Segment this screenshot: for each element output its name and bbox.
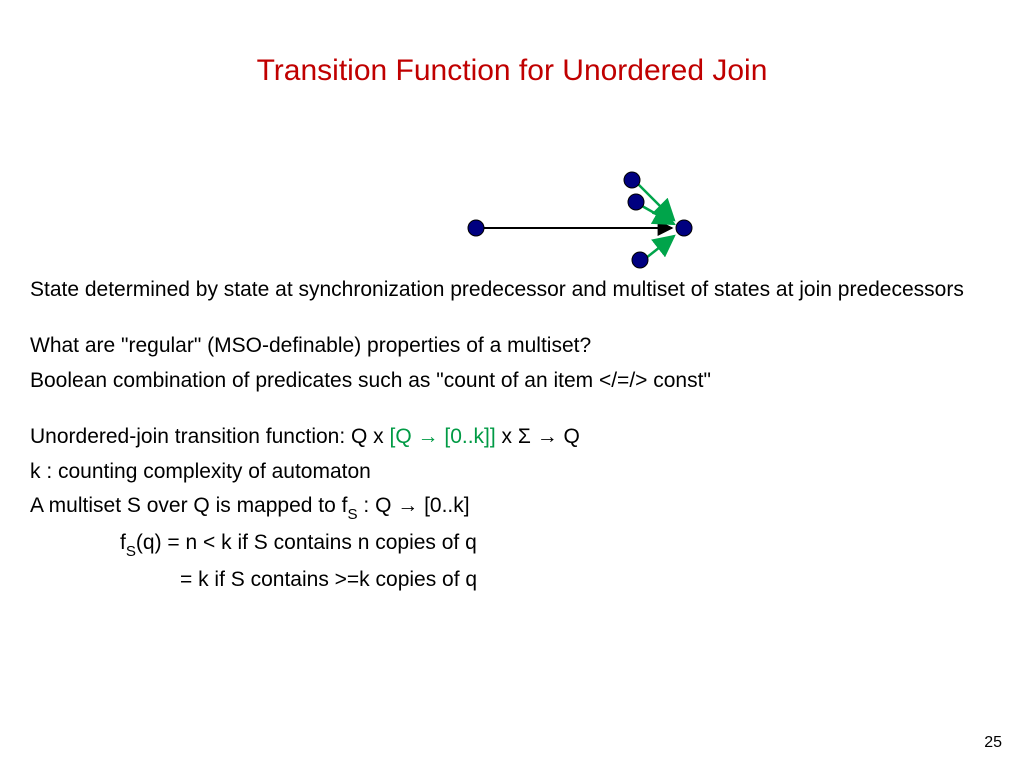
text-segment: (q) = n < k if S contains n copies of q	[136, 531, 477, 554]
slide-body: State determined by state at synchroniza…	[30, 275, 994, 600]
text-segment: Unordered-join transition function: Q x	[30, 425, 390, 448]
slide: Transition Function for Unordered Join S…	[0, 0, 1024, 768]
paragraph-regular-question: What are "regular" (MSO-definable) prope…	[30, 331, 994, 361]
paragraph-transition-function: Unordered-join transition function: Q x …	[30, 422, 994, 452]
join-diagram	[440, 170, 740, 280]
page-number: 25	[984, 734, 1002, 752]
text-segment: : Q → [0..k]	[358, 494, 470, 517]
paragraph-fs-case2: = k if S contains >=k copies of q	[30, 565, 994, 595]
paragraph-multiset-mapping: A multiset S over Q is mapped to fS : Q …	[30, 491, 994, 524]
paragraph-boolean-combination: Boolean combination of predicates such a…	[30, 366, 994, 396]
slide-title: Transition Function for Unordered Join	[30, 54, 994, 88]
subscript: S	[126, 543, 136, 560]
paragraph-counting-complexity: k : counting complexity of automaton	[30, 457, 994, 487]
paragraph-state-determined: State determined by state at synchroniza…	[30, 275, 994, 305]
text-segment: f	[120, 531, 126, 554]
text-segment: A multiset S over Q is mapped to f	[30, 494, 347, 517]
paragraph-fs-case1: fS(q) = n < k if S contains n copies of …	[30, 528, 994, 561]
subscript: S	[347, 506, 357, 523]
text-green-segment: [Q → [0..k]]	[390, 425, 496, 448]
text-segment: x Σ → Q	[496, 425, 580, 448]
